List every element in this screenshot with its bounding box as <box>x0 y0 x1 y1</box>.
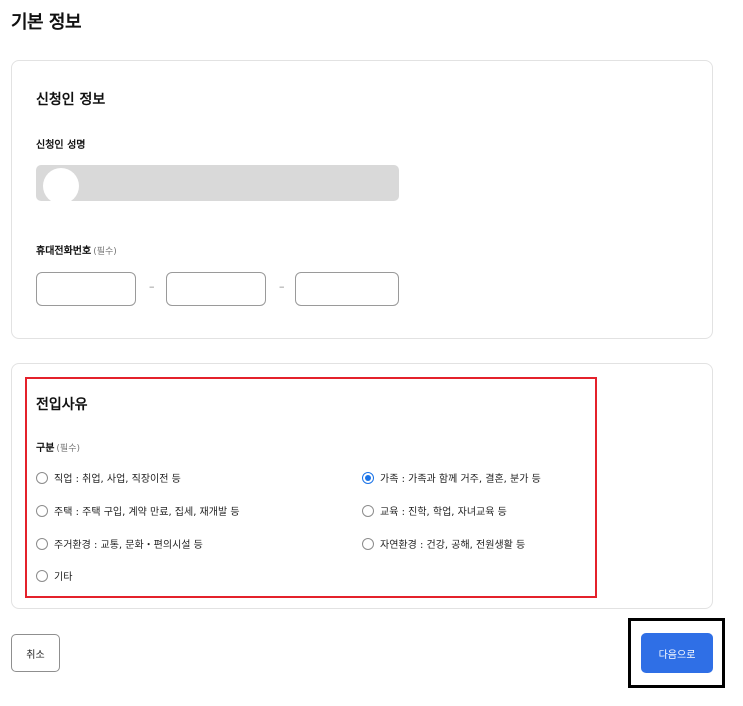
applicant-name-field <box>36 165 399 201</box>
applicant-name-label: 신청인 성명 <box>36 140 86 151</box>
applicant-info-title: 신청인 정보 <box>36 92 106 108</box>
phone-required-text: (필수) <box>93 247 117 257</box>
move-reason-highlight-box <box>25 377 597 598</box>
name-redaction-mask <box>43 168 79 204</box>
phone-part1-input[interactable] <box>36 272 136 306</box>
applicant-info-card: 신청인 정보 신청인 성명 휴대전화번호 (필수) – – <box>11 60 713 339</box>
phone-part2-input[interactable] <box>166 272 266 306</box>
phone-dash-1: – <box>149 280 155 293</box>
next-button[interactable]: 다음으로 <box>641 633 713 673</box>
phone-dash-2: – <box>279 280 285 293</box>
phone-label-text: 휴대전화번호 <box>36 246 92 257</box>
phone-label: 휴대전화번호 (필수) <box>36 242 117 257</box>
page-title: 기본 정보 <box>11 12 82 33</box>
cancel-button[interactable]: 취소 <box>11 634 60 672</box>
phone-part3-input[interactable] <box>295 272 399 306</box>
